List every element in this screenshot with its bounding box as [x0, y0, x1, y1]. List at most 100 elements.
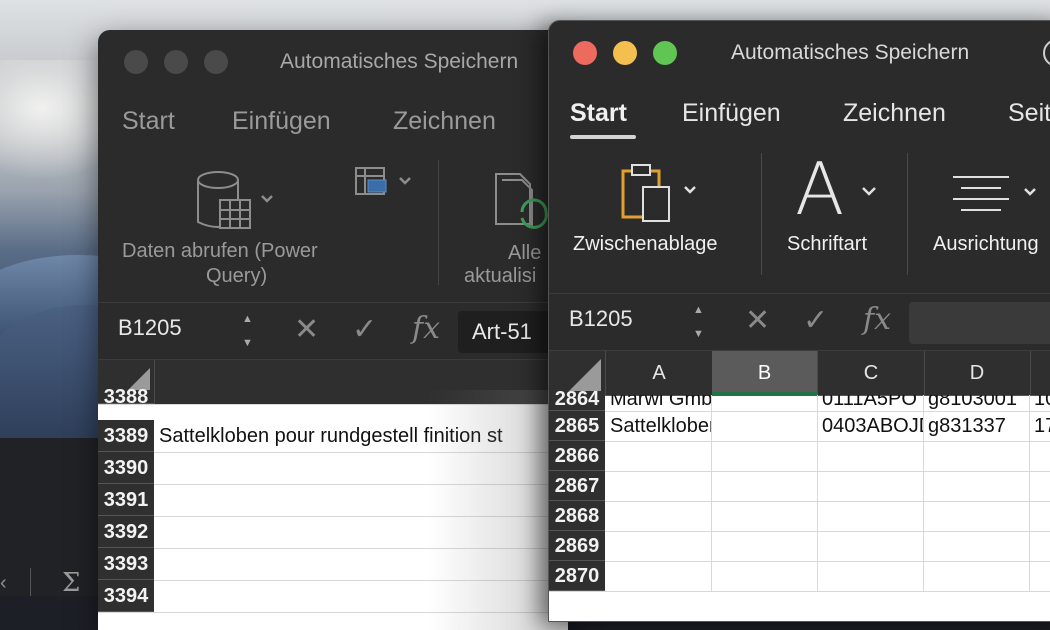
maximize-button-front[interactable]: [653, 41, 677, 65]
cell-e[interactable]: 17: [1030, 411, 1050, 441]
cell-b[interactable]: [712, 411, 818, 441]
cell-a[interactable]: [155, 484, 568, 516]
close-button[interactable]: [124, 50, 148, 74]
table-row[interactable]: 2865Sattelkloben 0403ABOJDg83133717: [549, 411, 1050, 442]
cell-e[interactable]: 10: [1030, 395, 1050, 411]
minimize-button[interactable]: [164, 50, 188, 74]
tab-start[interactable]: Start: [122, 107, 175, 136]
confirm-formula-icon[interactable]: ✓: [352, 312, 377, 347]
cancel-formula-icon-front[interactable]: ✕: [745, 303, 770, 338]
table-row[interactable]: 3391: [98, 484, 568, 517]
column-header-e[interactable]: [1030, 351, 1050, 395]
tab-start-front[interactable]: Start: [570, 99, 627, 128]
cell-a[interactable]: [155, 452, 568, 484]
row-header[interactable]: 2867: [549, 471, 605, 501]
cell-d[interactable]: [924, 441, 1030, 471]
autosave-toggle[interactable]: [1043, 39, 1050, 67]
font-group[interactable]: A Schriftart: [779, 147, 899, 261]
cell-b[interactable]: [712, 501, 818, 531]
row-header[interactable]: 2869: [549, 531, 605, 561]
tab-einfuegen[interactable]: Einfügen: [232, 107, 331, 136]
table-row[interactable]: 3390: [98, 452, 568, 485]
excel-window-back[interactable]: Automatisches Speichern Start Einfügen Z…: [98, 30, 568, 630]
sum-icon[interactable]: Σ: [62, 568, 80, 596]
title-bar-front[interactable]: Automatisches Speichern: [549, 21, 1050, 81]
cell-d[interactable]: [924, 561, 1030, 591]
tab-seitenlayout-front[interactable]: Seit: [1008, 99, 1050, 128]
table-row[interactable]: 2870: [549, 561, 1050, 592]
cancel-formula-icon[interactable]: ✕: [294, 312, 319, 347]
cell-a[interactable]: [155, 548, 568, 580]
cell-c[interactable]: [818, 441, 924, 471]
row-header[interactable]: 3391: [98, 484, 154, 516]
row-header[interactable]: 3390: [98, 452, 154, 484]
cell-b[interactable]: [712, 561, 818, 591]
table-row[interactable]: 2867: [549, 471, 1050, 502]
cell-a[interactable]: Sattelkloben: [606, 411, 712, 441]
title-bar[interactable]: Automatisches Speichern: [98, 30, 568, 90]
cell-b[interactable]: [712, 471, 818, 501]
confirm-formula-icon-front[interactable]: ✓: [803, 303, 828, 338]
cell-d[interactable]: [924, 501, 1030, 531]
table-camera-icon[interactable]: [354, 166, 414, 200]
column-header-a[interactable]: A: [606, 351, 713, 395]
cell-a[interactable]: [606, 561, 712, 591]
insert-function-icon[interactable]: fx: [412, 311, 440, 346]
minimize-button-front[interactable]: [613, 41, 637, 65]
close-button-front[interactable]: [573, 41, 597, 65]
cell-d[interactable]: g8103001: [924, 395, 1030, 411]
table-row[interactable]: 3388: [98, 387, 568, 407]
get-data-button[interactable]: Daten abrufen (Power Query): [116, 170, 346, 290]
cell-d[interactable]: [924, 531, 1030, 561]
cell-c[interactable]: [818, 531, 924, 561]
cell-d[interactable]: [924, 471, 1030, 501]
table-row[interactable]: 2866: [549, 441, 1050, 472]
tab-zeichnen[interactable]: Zeichnen: [393, 107, 496, 136]
chevron-left-icon[interactable]: ‹: [0, 572, 7, 595]
row-header[interactable]: 2870: [549, 561, 605, 591]
table-row[interactable]: 3393: [98, 548, 568, 581]
cell-b[interactable]: [712, 395, 818, 411]
cell-d[interactable]: g831337: [924, 411, 1030, 441]
cell-c[interactable]: [818, 501, 924, 531]
table-row[interactable]: 3394: [98, 580, 568, 613]
insert-function-icon-front[interactable]: fx: [863, 302, 891, 337]
name-box-front[interactable]: B1205 ▲ ▼: [549, 294, 719, 350]
tab-zeichnen-front[interactable]: Zeichnen: [843, 99, 946, 128]
cell-a[interactable]: [606, 531, 712, 561]
cell-e[interactable]: [1030, 531, 1050, 561]
row-header[interactable]: 3388: [98, 387, 154, 407]
table-row[interactable]: 3392: [98, 516, 568, 549]
spreadsheet-grid-front[interactable]: A B C D 2864Marwi GmbH 0111A5POg810300110…: [549, 351, 1050, 621]
column-header-b[interactable]: B: [712, 351, 818, 395]
cell-a[interactable]: Marwi GmbH: [606, 395, 712, 411]
table-row[interactable]: 2868: [549, 501, 1050, 532]
table-row[interactable]: 2864Marwi GmbH 0111A5POg810300110: [549, 389, 1050, 412]
row-header[interactable]: 2866: [549, 441, 605, 471]
row-header[interactable]: 2864: [549, 389, 605, 411]
cell-c[interactable]: [818, 471, 924, 501]
formula-input-front[interactable]: [909, 302, 1050, 344]
cell-e[interactable]: [1030, 501, 1050, 531]
cell-e[interactable]: [1030, 441, 1050, 471]
row-header[interactable]: 3389: [98, 420, 154, 452]
row-header[interactable]: 2865: [549, 411, 605, 441]
table-row[interactable]: 2869: [549, 531, 1050, 562]
cell-a[interactable]: [155, 516, 568, 548]
name-box[interactable]: B1205 ▲ ▼: [98, 303, 268, 359]
cell-e[interactable]: [1030, 471, 1050, 501]
row-header[interactable]: 3392: [98, 516, 154, 548]
cell-a[interactable]: [606, 441, 712, 471]
cell-c[interactable]: 0403ABOJD: [818, 411, 924, 441]
cell-a[interactable]: [155, 390, 568, 404]
column-header-d[interactable]: D: [924, 351, 1031, 395]
cell-a[interactable]: [155, 580, 568, 612]
alignment-group[interactable]: Ausrichtung: [927, 161, 1050, 261]
cell-c[interactable]: [818, 561, 924, 591]
table-row[interactable]: 3389 Sattelkloben pour rundgestell finiti…: [98, 420, 568, 453]
cell-b[interactable]: [712, 441, 818, 471]
clipboard-group[interactable]: Zwischenablage: [567, 161, 747, 261]
maximize-button[interactable]: [204, 50, 228, 74]
row-header[interactable]: 2868: [549, 501, 605, 531]
name-box-stepper-front[interactable]: ▲ ▼: [693, 304, 704, 340]
